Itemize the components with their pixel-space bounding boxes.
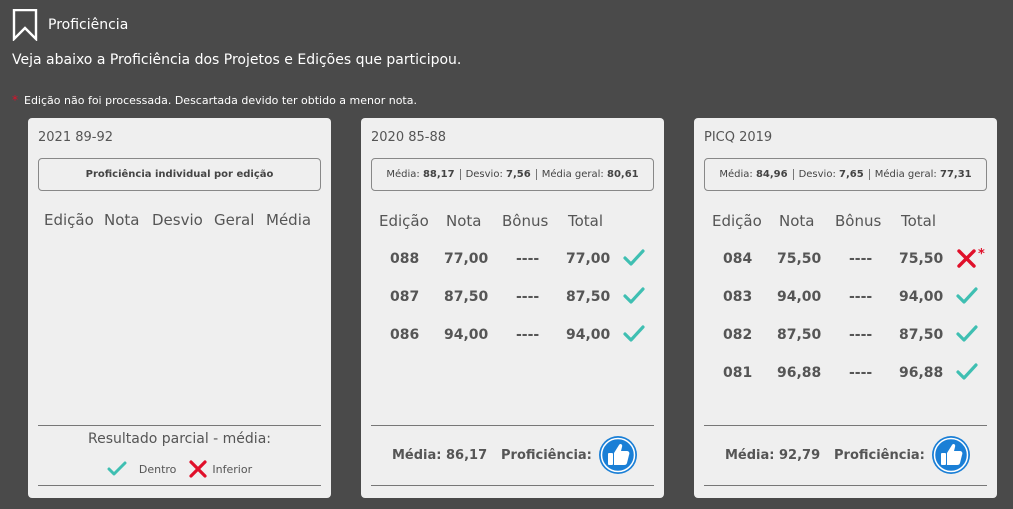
page-subtitle: Veja abaixo a Proficiência dos Projetos … bbox=[12, 52, 462, 68]
individual-proficiency-button[interactable]: Proficiência individual por edição bbox=[38, 158, 321, 191]
thumbs-up-icon bbox=[598, 436, 637, 474]
divider bbox=[704, 425, 987, 426]
divider bbox=[371, 485, 654, 486]
note-text: Edição não foi processada. Descartada de… bbox=[24, 93, 417, 107]
proficiency: Proficiência: bbox=[501, 435, 638, 475]
divider bbox=[371, 425, 654, 426]
bookmark-icon bbox=[12, 9, 38, 41]
card-title: PICQ 2019 bbox=[704, 130, 773, 145]
col-desvio: Desvio bbox=[152, 211, 203, 229]
col-bonus: Bônus bbox=[502, 212, 549, 230]
stat-desvio: Desvio: 7,65 bbox=[792, 169, 869, 180]
discard-note: * Edição não foi processada. Descartada … bbox=[12, 93, 417, 107]
media-total: Média: 92,79 bbox=[725, 447, 821, 463]
legend-inferior: Inferior bbox=[188, 460, 252, 478]
note-star: * bbox=[12, 93, 18, 107]
check-icon bbox=[956, 286, 978, 310]
check-icon bbox=[623, 286, 645, 310]
proficiency-label: Proficiência: bbox=[834, 447, 925, 463]
col-total: Total bbox=[568, 212, 604, 230]
col-total: Total bbox=[901, 212, 937, 230]
divider bbox=[38, 425, 321, 426]
col-edicao: Edição bbox=[44, 211, 94, 229]
col-edicao: Edição bbox=[379, 212, 429, 230]
check-icon bbox=[956, 324, 978, 348]
page-title: Proficiência bbox=[48, 17, 129, 33]
col-nota: Nota bbox=[104, 211, 140, 229]
stat-geral: Média geral: 80,61 bbox=[535, 169, 644, 180]
stat-media: Média: 88,17 bbox=[386, 169, 455, 180]
card-picq-2019: PICQ 2019 Média: 84,96 Desvio: 7,65 Médi… bbox=[694, 118, 997, 498]
proficiency-label: Proficiência: bbox=[501, 447, 592, 463]
stats-bar: Média: 88,17 Desvio: 7,56 Média geral: 8… bbox=[371, 158, 654, 191]
divider bbox=[704, 485, 987, 486]
legend-inside: Dentro bbox=[107, 460, 177, 478]
legend: Dentro Inferior bbox=[28, 460, 331, 478]
check-icon bbox=[956, 362, 978, 386]
card-footer: Média: 92,79 Proficiência: bbox=[694, 434, 997, 476]
proficiency: Proficiência: bbox=[834, 435, 971, 475]
stat-geral: Média geral: 77,31 bbox=[868, 169, 977, 180]
media-total: Média: 86,17 bbox=[392, 447, 488, 463]
card-title: 2020 85-88 bbox=[371, 130, 446, 145]
thumbs-up-icon bbox=[931, 436, 970, 474]
stat-media: Média: 84,96 bbox=[719, 169, 788, 180]
col-edicao: Edição bbox=[712, 212, 762, 230]
check-icon bbox=[107, 461, 127, 476]
page-header: Proficiência bbox=[12, 9, 128, 41]
col-nota: Nota bbox=[446, 212, 482, 230]
check-icon bbox=[623, 324, 645, 348]
legend-inside-label: Dentro bbox=[138, 462, 177, 476]
cross-icon bbox=[956, 248, 978, 272]
card-2021: 2021 89-92 Proficiência individual por e… bbox=[28, 118, 331, 498]
check-icon bbox=[623, 248, 645, 272]
stat-desvio: Desvio: 7,56 bbox=[459, 169, 536, 180]
discard-star: * bbox=[978, 247, 985, 262]
legend-inferior-label: Inferior bbox=[212, 462, 253, 476]
col-nota: Nota bbox=[779, 212, 815, 230]
card-2020: 2020 85-88 Média: 88,17 Desvio: 7,56 Méd… bbox=[361, 118, 664, 498]
stats-bar: Média: 84,96 Desvio: 7,65 Média geral: 7… bbox=[704, 158, 987, 191]
col-bonus: Bônus bbox=[835, 212, 882, 230]
col-geral: Geral bbox=[214, 211, 255, 229]
card-title: 2021 89-92 bbox=[38, 130, 113, 145]
col-media: Média bbox=[266, 211, 312, 229]
legend-title: Resultado parcial - média: bbox=[88, 431, 271, 447]
divider bbox=[38, 485, 321, 486]
cross-icon bbox=[189, 460, 208, 478]
card-footer: Média: 86,17 Proficiência: bbox=[361, 434, 664, 476]
